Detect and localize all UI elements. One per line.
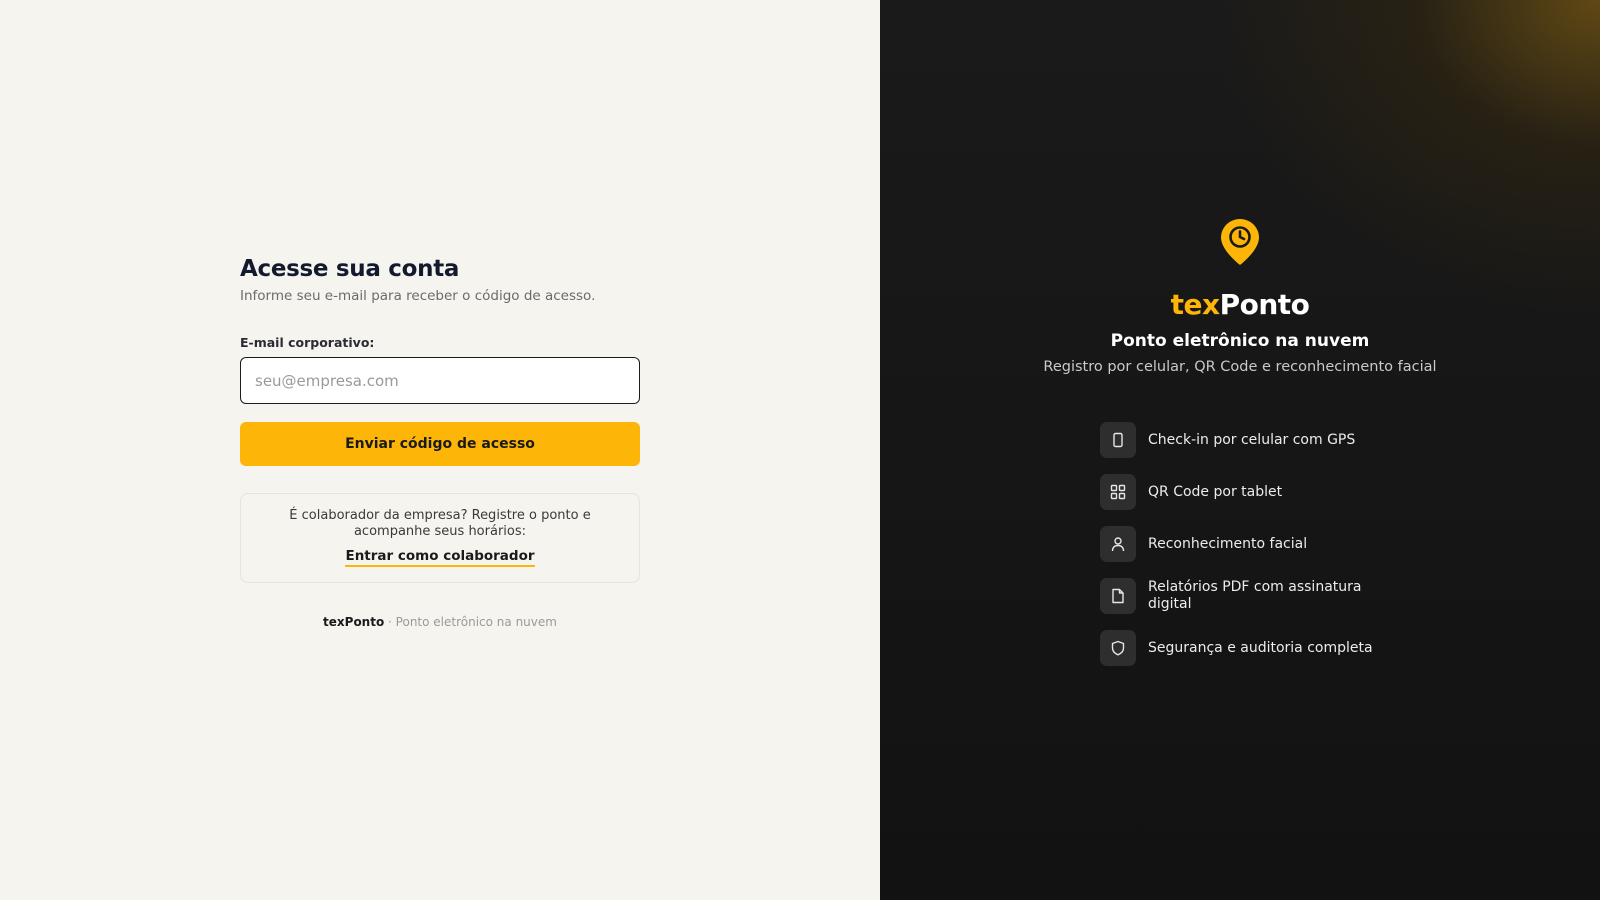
feature-item: Relatórios PDF com assinatura digital bbox=[1100, 578, 1400, 614]
user-icon bbox=[1100, 526, 1136, 562]
page-subtitle: Informe seu e-mail para receber o código… bbox=[240, 288, 596, 304]
footer-brand: texPonto bbox=[323, 615, 385, 629]
brand-header: texPonto Ponto eletrônico na nuvem Regis… bbox=[880, 218, 1600, 375]
qr-grid-icon bbox=[1100, 474, 1136, 510]
feature-label: Reconhecimento facial bbox=[1148, 535, 1308, 552]
brand-tagline: Ponto eletrônico na nuvem bbox=[1110, 331, 1370, 351]
document-icon bbox=[1100, 578, 1136, 614]
footer-separator: · bbox=[384, 615, 396, 629]
feature-label: QR Code por tablet bbox=[1148, 483, 1283, 500]
collaborator-text: É colaborador da empresa? Registre o pon… bbox=[289, 508, 591, 539]
smartphone-icon bbox=[1100, 422, 1136, 458]
send-code-button[interactable]: Enviar código de acesso bbox=[240, 422, 640, 466]
logo-ponto: Ponto bbox=[1219, 288, 1310, 321]
shield-icon bbox=[1100, 630, 1136, 666]
collaborator-box: É colaborador da empresa? Registre o pon… bbox=[240, 493, 640, 583]
login-panel: Acesse sua conta Informe seu e-mail para… bbox=[0, 0, 880, 900]
email-field[interactable] bbox=[240, 357, 640, 404]
location-clock-pin-icon bbox=[1221, 219, 1259, 265]
feature-label: Segurança e auditoria completa bbox=[1148, 639, 1373, 656]
feature-item: Reconhecimento facial bbox=[1100, 526, 1400, 562]
feature-list: Check-in por celular com GPS QR Code por… bbox=[1100, 422, 1400, 682]
email-label: E-mail corporativo: bbox=[240, 335, 375, 350]
footer-tagline: Ponto eletrônico na nuvem bbox=[395, 615, 557, 629]
brand-panel: texPonto Ponto eletrônico na nuvem Regis… bbox=[880, 0, 1600, 900]
logo-tex: tex bbox=[1170, 288, 1220, 321]
feature-item: Segurança e auditoria completa bbox=[1100, 630, 1400, 666]
feature-label: Check-in por celular com GPS bbox=[1148, 431, 1356, 448]
feature-item: Check-in por celular com GPS bbox=[1100, 422, 1400, 458]
feature-label: Relatórios PDF com assinatura digital bbox=[1148, 579, 1362, 612]
brand-logo: texPonto bbox=[880, 288, 1600, 321]
feature-item: QR Code por tablet bbox=[1100, 474, 1400, 510]
page-title: Acesse sua conta bbox=[240, 256, 460, 282]
brand-description: Registro por celular, QR Code e reconhec… bbox=[1043, 359, 1437, 375]
login-form: Acesse sua conta Informe seu e-mail para… bbox=[240, 256, 640, 629]
collaborator-login-link[interactable]: Entrar como colaborador bbox=[345, 548, 535, 567]
footer: texPonto · Ponto eletrônico na nuvem bbox=[240, 615, 640, 629]
